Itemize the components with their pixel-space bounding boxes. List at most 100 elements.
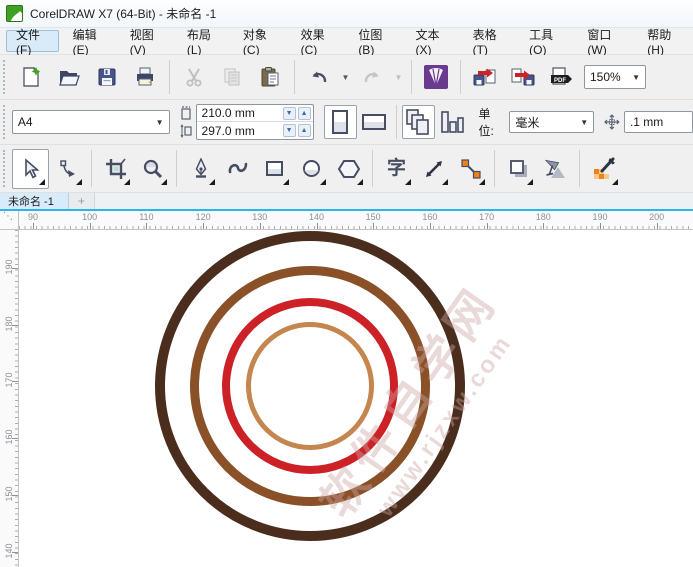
ellipse-tool[interactable] [293,149,330,189]
zoom-tool[interactable] [134,149,171,189]
zoom-level-combo[interactable]: 150% ▼ [584,65,646,89]
magnifier-icon [142,158,164,180]
freehand-curve-tool[interactable] [219,149,256,189]
vertical-ruler[interactable]: 190180170160150140 [0,230,19,567]
zoom-level-value: 150% [590,70,621,84]
horizontal-ruler[interactable]: 90100110120130140150160170180190200 [19,211,693,229]
publish-pdf-button[interactable]: PDF [542,59,580,95]
copy-icon [221,66,243,88]
hruler-tick [33,223,34,229]
page-sizes-icon [439,109,465,135]
hruler-tick [430,223,431,229]
paper-size-combo[interactable]: A4 ▼ [12,110,170,134]
text-tool[interactable]: 字 [378,149,415,189]
transparency-tool[interactable] [537,149,574,189]
open-button[interactable] [50,59,88,95]
print-button[interactable] [126,59,164,95]
width-spin-down[interactable]: ▼ [283,107,296,120]
menu-item-8[interactable]: 文本(X) [405,30,458,52]
rectangle-icon [264,158,286,180]
shape-node-icon [57,158,79,180]
vruler-label: 140 [4,536,14,566]
color-eyedropper-tool[interactable] [585,149,622,189]
toolbar-separator [396,105,397,139]
import-button[interactable] [466,59,504,95]
inner-circle[interactable] [246,322,374,450]
page-width-icon [180,106,192,120]
undo-dropdown[interactable]: ▼ [338,59,353,95]
hruler-label: 90 [28,212,38,222]
vruler-tick [12,438,18,439]
menu-item-12[interactable]: 帮助(H) [637,30,691,52]
chevron-down-icon: ▼ [626,73,640,82]
page-width-value[interactable]: 210.0 mm [202,106,255,120]
toolbar-separator [579,150,580,187]
units-label: 单位: [478,105,505,139]
nudge-offset-field[interactable]: .1 mm [624,111,693,133]
nudge-offset-value: .1 mm [630,115,663,129]
dimension-tool[interactable] [415,149,452,189]
new-page-tab-button[interactable]: + [69,193,95,209]
cut-button[interactable] [175,59,213,95]
toolbar-separator [169,60,170,94]
hruler-tick [657,223,658,229]
menu-item-10[interactable]: 工具(O) [519,30,573,52]
toolbar-separator [91,150,92,187]
all-pages-same-size-button[interactable] [402,105,435,139]
menu-item-7[interactable]: 位图(B) [348,30,401,52]
toolbar-gripper[interactable] [3,150,10,187]
connector-tool[interactable] [452,149,489,189]
save-floppy-icon [96,66,118,88]
document-tab[interactable]: 未命名 -1 [0,193,69,209]
pdf-icon: PDF [549,66,573,88]
toolbar-gripper[interactable] [3,60,10,94]
menu-item-1[interactable]: 文件(F) [6,30,59,52]
menu-item-4[interactable]: 布局(L) [177,30,229,52]
menu-item-3[interactable]: 视图(V) [120,30,173,52]
redo-icon [361,66,383,88]
rectangle-tool[interactable] [256,149,293,189]
search-content-icon [423,64,449,90]
height-spin-up[interactable]: ▲ [298,124,311,137]
document-tab-bar: 未命名 -1+ [0,193,693,211]
page-height-value[interactable]: 297.0 mm [202,124,255,138]
shape-tool[interactable] [49,149,86,189]
menu-item-5[interactable]: 对象(C) [233,30,287,52]
pick-tool[interactable] [12,149,49,189]
menu-item-11[interactable]: 窗口(W) [577,30,633,52]
units-combo[interactable]: 毫米 ▼ [509,111,594,133]
polygon-tool[interactable] [330,149,367,189]
undo-button[interactable] [300,59,338,95]
redo-dropdown[interactable]: ▼ [391,59,406,95]
page-dimensions: 210.0 mm ▼ ▲ 297.0 mm ▼ ▲ [180,104,314,140]
toolbar-gripper[interactable] [3,105,10,139]
pen-tool[interactable] [182,149,219,189]
drop-shadow-tool[interactable] [500,149,537,189]
landscape-button[interactable] [357,105,390,139]
toolbar-separator [460,60,461,94]
vruler-tick [12,325,18,326]
hruler-tick [543,223,544,229]
toolbar-separator [411,60,412,94]
hruler-label: 190 [592,212,607,222]
menu-item-2[interactable]: 编辑(E) [63,30,116,52]
copy-button[interactable] [213,59,251,95]
portrait-button[interactable] [324,105,357,139]
new-document-icon [20,66,42,88]
search-content-button[interactable] [417,59,455,95]
new-document-button[interactable] [12,59,50,95]
menu-item-9[interactable]: 表格(T) [463,30,516,52]
export-button[interactable] [504,59,542,95]
menu-item-6[interactable]: 效果(C) [291,30,345,52]
connector-icon [460,158,482,180]
redo-button[interactable] [353,59,391,95]
save-button[interactable] [88,59,126,95]
ruler-origin-corner[interactable] [0,211,19,229]
height-spin-down[interactable]: ▼ [283,124,296,137]
crop-tool[interactable] [97,149,134,189]
width-spin-up[interactable]: ▲ [298,107,311,120]
window-title: CorelDRAW X7 (64-Bit) - 未命名 -1 [30,5,216,22]
open-folder-icon [58,66,80,88]
paste-button[interactable] [251,59,289,95]
page-specific-size-button[interactable] [435,105,468,139]
